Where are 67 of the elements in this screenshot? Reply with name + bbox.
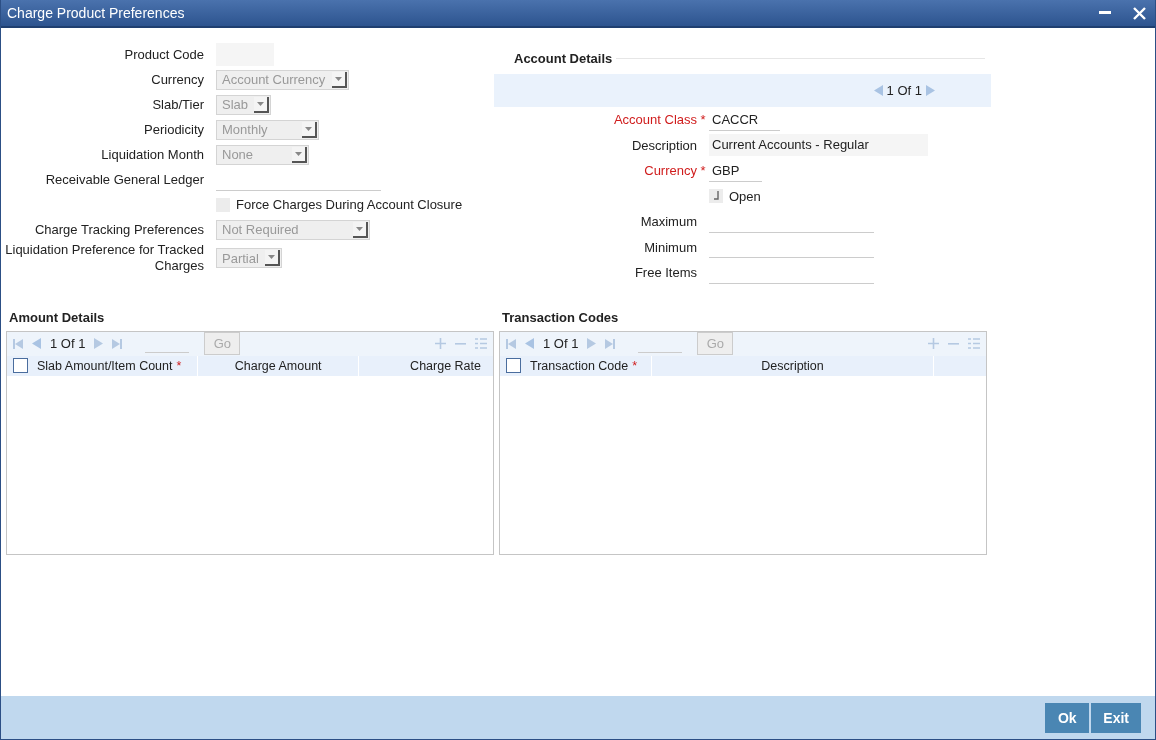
field-label: Periodicity (143, 121, 205, 138)
dropdown[interactable]: None (216, 144, 309, 165)
field-label: Minimum (643, 239, 697, 255)
input-field[interactable]: CACCR (709, 108, 780, 131)
remove-icon[interactable] (455, 342, 466, 345)
field-label: Currency (150, 71, 205, 88)
section-title: Amount Details (8, 309, 106, 327)
section-title: Transaction Codes (501, 309, 620, 327)
previous-icon[interactable] (32, 338, 41, 349)
field-label: Receivable General Ledger (44, 171, 205, 188)
first-page-icon[interactable] (13, 338, 23, 349)
dropdown[interactable]: Not Required (216, 219, 370, 240)
close-icon[interactable] (1133, 6, 1146, 20)
next-icon[interactable] (926, 85, 935, 96)
go-button[interactable]: Go (204, 332, 241, 355)
select-all-checkbox[interactable] (505, 358, 521, 373)
tick-icon (712, 191, 720, 202)
list-icon[interactable] (968, 338, 980, 349)
checkbox-label: Force Charges During Account Closure (236, 197, 463, 212)
first-page-icon[interactable] (506, 338, 516, 349)
remove-icon[interactable] (948, 342, 959, 345)
required-mark: * (700, 163, 706, 179)
required-mark: * (176, 358, 182, 373)
text-field[interactable]: Current Accounts - Regular (709, 134, 928, 157)
last-page-icon[interactable] (112, 338, 123, 349)
previous-icon[interactable] (873, 85, 883, 96)
field-label: Account Class (612, 112, 697, 128)
page-indicator: 1 Of 1 (886, 83, 922, 98)
page-indicator: 1 Of 1 (543, 336, 579, 351)
required-mark: * (700, 112, 706, 128)
add-icon[interactable] (435, 338, 446, 349)
checkbox-label: Open (729, 188, 761, 204)
go-button[interactable]: Go (697, 332, 734, 355)
dropdown[interactable]: Monthly (216, 119, 319, 140)
column-header: Transaction Code (530, 358, 629, 373)
dropdown[interactable]: Account Currency (216, 69, 349, 90)
column-header: Slab Amount/Item Count (37, 358, 173, 373)
column-header: Description (761, 358, 824, 373)
field-label: Charge Tracking Preferences (33, 221, 205, 238)
field-label: Liquidation Month (100, 146, 205, 163)
last-page-icon[interactable] (605, 338, 616, 349)
select-all-checkbox[interactable] (12, 358, 28, 373)
required-mark: * (632, 358, 638, 373)
section-title: Account Details (514, 51, 613, 66)
add-icon[interactable] (928, 338, 939, 349)
field-label: Product Code (123, 46, 205, 63)
dialog-button[interactable]: Ok (1045, 702, 1090, 733)
column-header: Charge Amount (234, 358, 322, 373)
dropdown[interactable]: Slab (216, 94, 271, 115)
field-label: Maximum (639, 214, 697, 230)
field-label: Currency (643, 163, 697, 179)
list-icon[interactable] (475, 338, 487, 349)
window-title: Charge Product Preferences (7, 5, 186, 21)
dropdown[interactable]: Partial (216, 248, 282, 268)
next-icon[interactable] (94, 338, 104, 349)
checkbox[interactable] (709, 189, 723, 204)
field-label: Description (630, 137, 697, 153)
previous-icon[interactable] (525, 338, 534, 349)
field-label: Free Items (633, 265, 697, 281)
field-label: Slab/Tier (151, 96, 205, 113)
next-icon[interactable] (587, 338, 597, 349)
dialog-button[interactable]: Exit (1091, 702, 1141, 733)
field-label: Liquidation Preference for Tracked Charges (4, 242, 205, 274)
page-indicator: 1 Of 1 (50, 336, 86, 351)
input-field[interactable]: GBP (709, 159, 762, 182)
column-header: Charge Rate (410, 358, 481, 373)
minimize-icon[interactable] (1099, 11, 1111, 15)
